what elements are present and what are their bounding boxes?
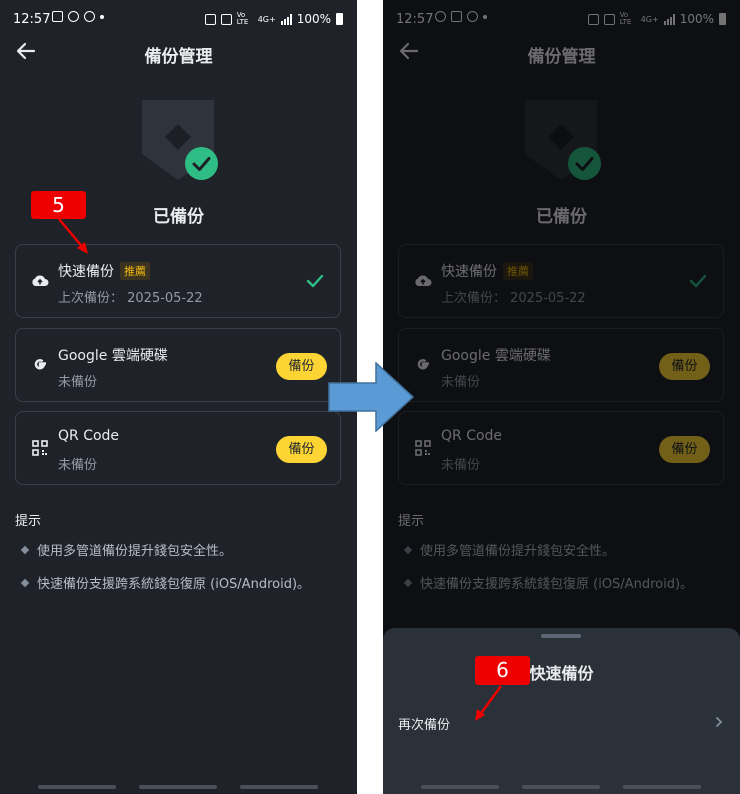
transition-arrow-icon (328, 362, 414, 432)
option-qr-code[interactable]: QR Code 未備份 備份 (15, 411, 341, 485)
last-backup-date: 上次備份： 2025-05-22 (58, 291, 203, 306)
notification-dot-icon (100, 14, 104, 19)
alarm-icon (204, 13, 216, 25)
backup-button[interactable]: 備份 (276, 353, 327, 380)
option-name: QR Code (58, 428, 120, 444)
tip-item: 快速備份支援跨系統錢包復原 (iOS/Android)。 (20, 573, 310, 592)
sheet-title: 快速備份 (529, 664, 594, 683)
screen-backup-management-sheet: 12:57 Vo LTE 4G+ 100% 備份管理 已備份 (383, 0, 740, 794)
nav-bar (240, 785, 318, 789)
battery-icon (336, 13, 343, 25)
recommended-badge: 推薦 (120, 262, 150, 280)
screen-backup-management: 12:57 Vo LTE 4G+ 100% 備份管理 已備份 快速備份 推薦 上… (0, 0, 357, 794)
check-icon (306, 274, 324, 288)
option-status: 未備份 (58, 375, 98, 390)
page-title: 備份管理 (144, 47, 213, 67)
option-name: Google 雲端硬碟 (58, 348, 168, 364)
gallery-icon (52, 11, 63, 22)
nav-bar (522, 785, 600, 789)
annotation-arrow-icon (58, 218, 88, 254)
option-status: 未備份 (58, 458, 98, 473)
google-icon (34, 359, 46, 370)
backup-again-row[interactable]: 再次備份 (383, 706, 740, 740)
bullet-icon (20, 545, 30, 555)
battery-percent: 100% (296, 12, 331, 26)
nav-bar (139, 785, 217, 789)
tips-title: 提示 (15, 514, 42, 529)
annotation-arrow-icon (475, 685, 503, 721)
globe-icon (84, 11, 95, 22)
status-bar: 12:57 Vo LTE 4G+ 100% (0, 0, 357, 38)
cloud-upload-icon (32, 275, 49, 286)
header: 備份管理 (0, 38, 357, 68)
option-google-drive[interactable]: Google 雲端硬碟 未備份 備份 (15, 328, 341, 402)
sheet-drag-handle[interactable] (541, 634, 581, 638)
step-5-annotation: 5 (31, 191, 86, 219)
nav-bar (38, 785, 116, 789)
volte-label: Vo LTE (236, 11, 249, 26)
chevron-right-icon (716, 717, 723, 727)
option-name: 快速備份 (58, 264, 114, 280)
signal-icon (280, 13, 292, 25)
backup-success-icon (185, 147, 218, 180)
nav-bar (623, 785, 701, 789)
status-time: 12:57 (13, 12, 51, 27)
quick-backup-sheet: 快速備份 再次備份 (383, 628, 740, 794)
tip-item: 使用多管道備份提升錢包安全性。 (20, 540, 232, 559)
backup-button[interactable]: 備份 (276, 436, 327, 463)
app-icon (68, 11, 79, 22)
nav-bar (421, 785, 499, 789)
mute-icon (220, 13, 232, 25)
step-6-annotation: 6 (475, 656, 530, 685)
qr-code-icon (32, 440, 48, 456)
backup-again-label: 再次備份 (398, 718, 451, 733)
network-label: 4G+ (257, 14, 276, 24)
bullet-icon (20, 578, 30, 588)
